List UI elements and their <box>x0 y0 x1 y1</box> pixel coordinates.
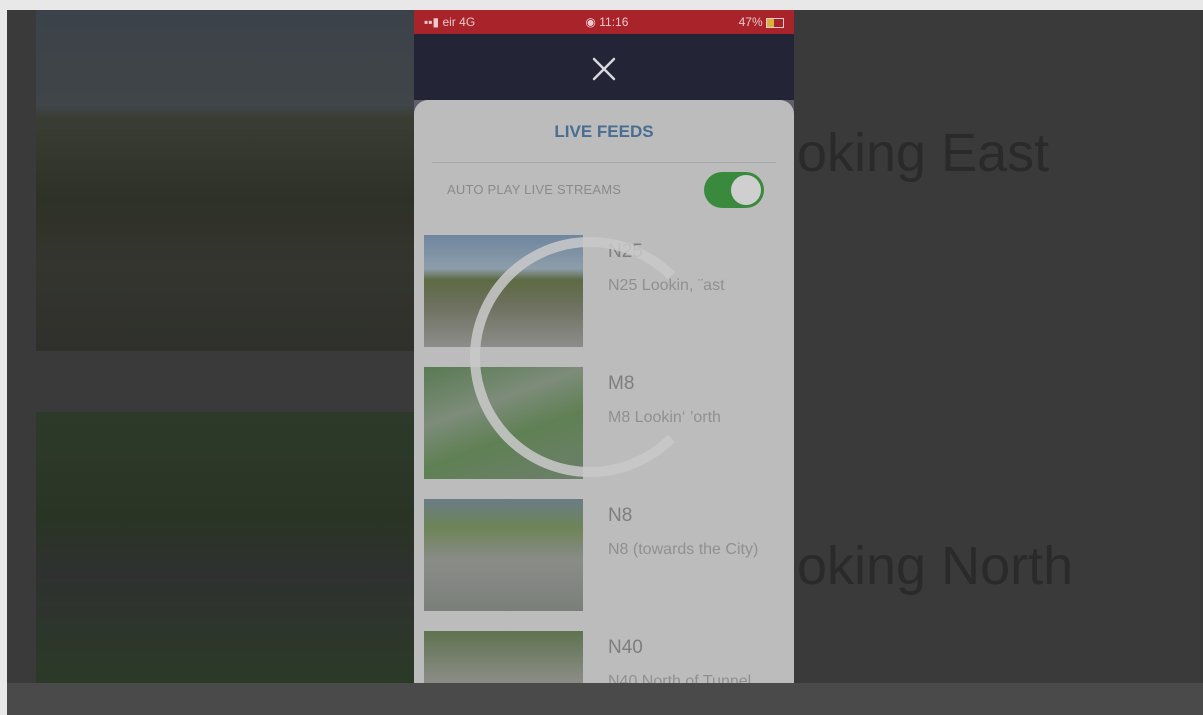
feed-thumbnail <box>424 235 583 347</box>
carrier-label: eir 4G <box>442 15 476 29</box>
feed-description: N25 Lookin, ¨ast <box>608 277 725 294</box>
time-group: ◉ 11:16 <box>585 15 628 29</box>
battery-label: 47% <box>738 15 763 29</box>
feed-name: N40 <box>608 637 643 658</box>
location-icon: ◉ <box>585 15 596 29</box>
close-icon[interactable] <box>589 54 619 84</box>
feed-description: M8 Lookin‘ ’orth <box>608 409 721 426</box>
feed-thumbnail <box>424 367 583 479</box>
signal-icon: ▪▪▮ <box>424 15 440 29</box>
status-bar: ▪▪▮ eir 4G ◉ 11:16 47% <box>414 10 794 34</box>
page-footer-bar <box>7 683 1203 715</box>
feed-name: N25 <box>608 241 643 262</box>
battery-icon <box>766 17 784 28</box>
feed-thumbnail <box>424 499 583 611</box>
feed-name: N8 <box>608 505 633 526</box>
feed-item-n25[interactable]: N25 N25 Lookin, ¨ast <box>424 235 794 347</box>
feed-name: M8 <box>608 373 635 394</box>
feed-item-n8[interactable]: N8 N8 (towards the City) <box>424 499 794 611</box>
feed-description: N40 North of Tunnel <box>608 673 752 683</box>
sheet-title: LIVE FEEDS <box>554 122 654 141</box>
autoplay-label: AUTO PLAY LIVE STREAMS <box>447 182 622 197</box>
feed-description: N8 (towards the City) <box>608 541 759 558</box>
camera-photo-east <box>36 10 426 351</box>
feed-thumbnail <box>424 631 583 683</box>
feed-item-n40[interactable]: N40 N40 North of Tunnel <box>424 631 794 683</box>
toggle-knob <box>731 175 761 205</box>
camera-heading-east: oking East <box>797 123 1050 183</box>
phone-screen: ▪▪▮ eir 4G ◉ 11:16 47% LIVE FEEDS AUTO P… <box>414 10 794 683</box>
camera-heading-north: oking North <box>797 536 1074 596</box>
autoplay-toggle[interactable] <box>704 172 764 208</box>
feed-item-m8[interactable]: M8 M8 Lookin‘ ’orth <box>424 367 794 479</box>
live-feeds-sheet: LIVE FEEDS AUTO PLAY LIVE STREAMS N25 N2… <box>414 100 794 683</box>
camera-photo-north <box>36 412 426 683</box>
battery-group: 47% <box>739 15 784 29</box>
divider <box>432 162 776 163</box>
time-label: 11:16 <box>599 15 629 29</box>
carrier-group: ▪▪▮ eir 4G <box>424 15 475 29</box>
